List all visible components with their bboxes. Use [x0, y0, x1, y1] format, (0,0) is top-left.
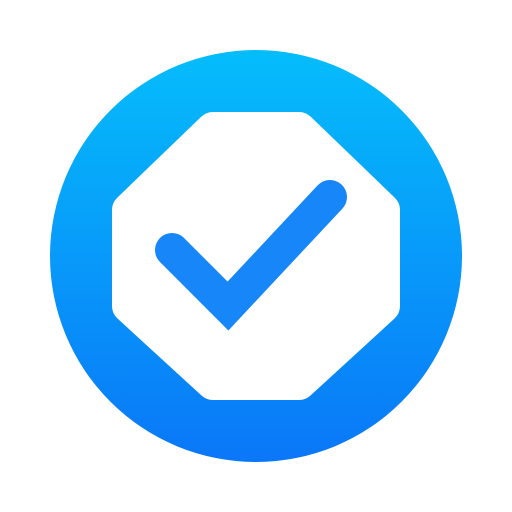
app-icon-graphic	[50, 50, 462, 462]
app-icon	[0, 0, 512, 512]
